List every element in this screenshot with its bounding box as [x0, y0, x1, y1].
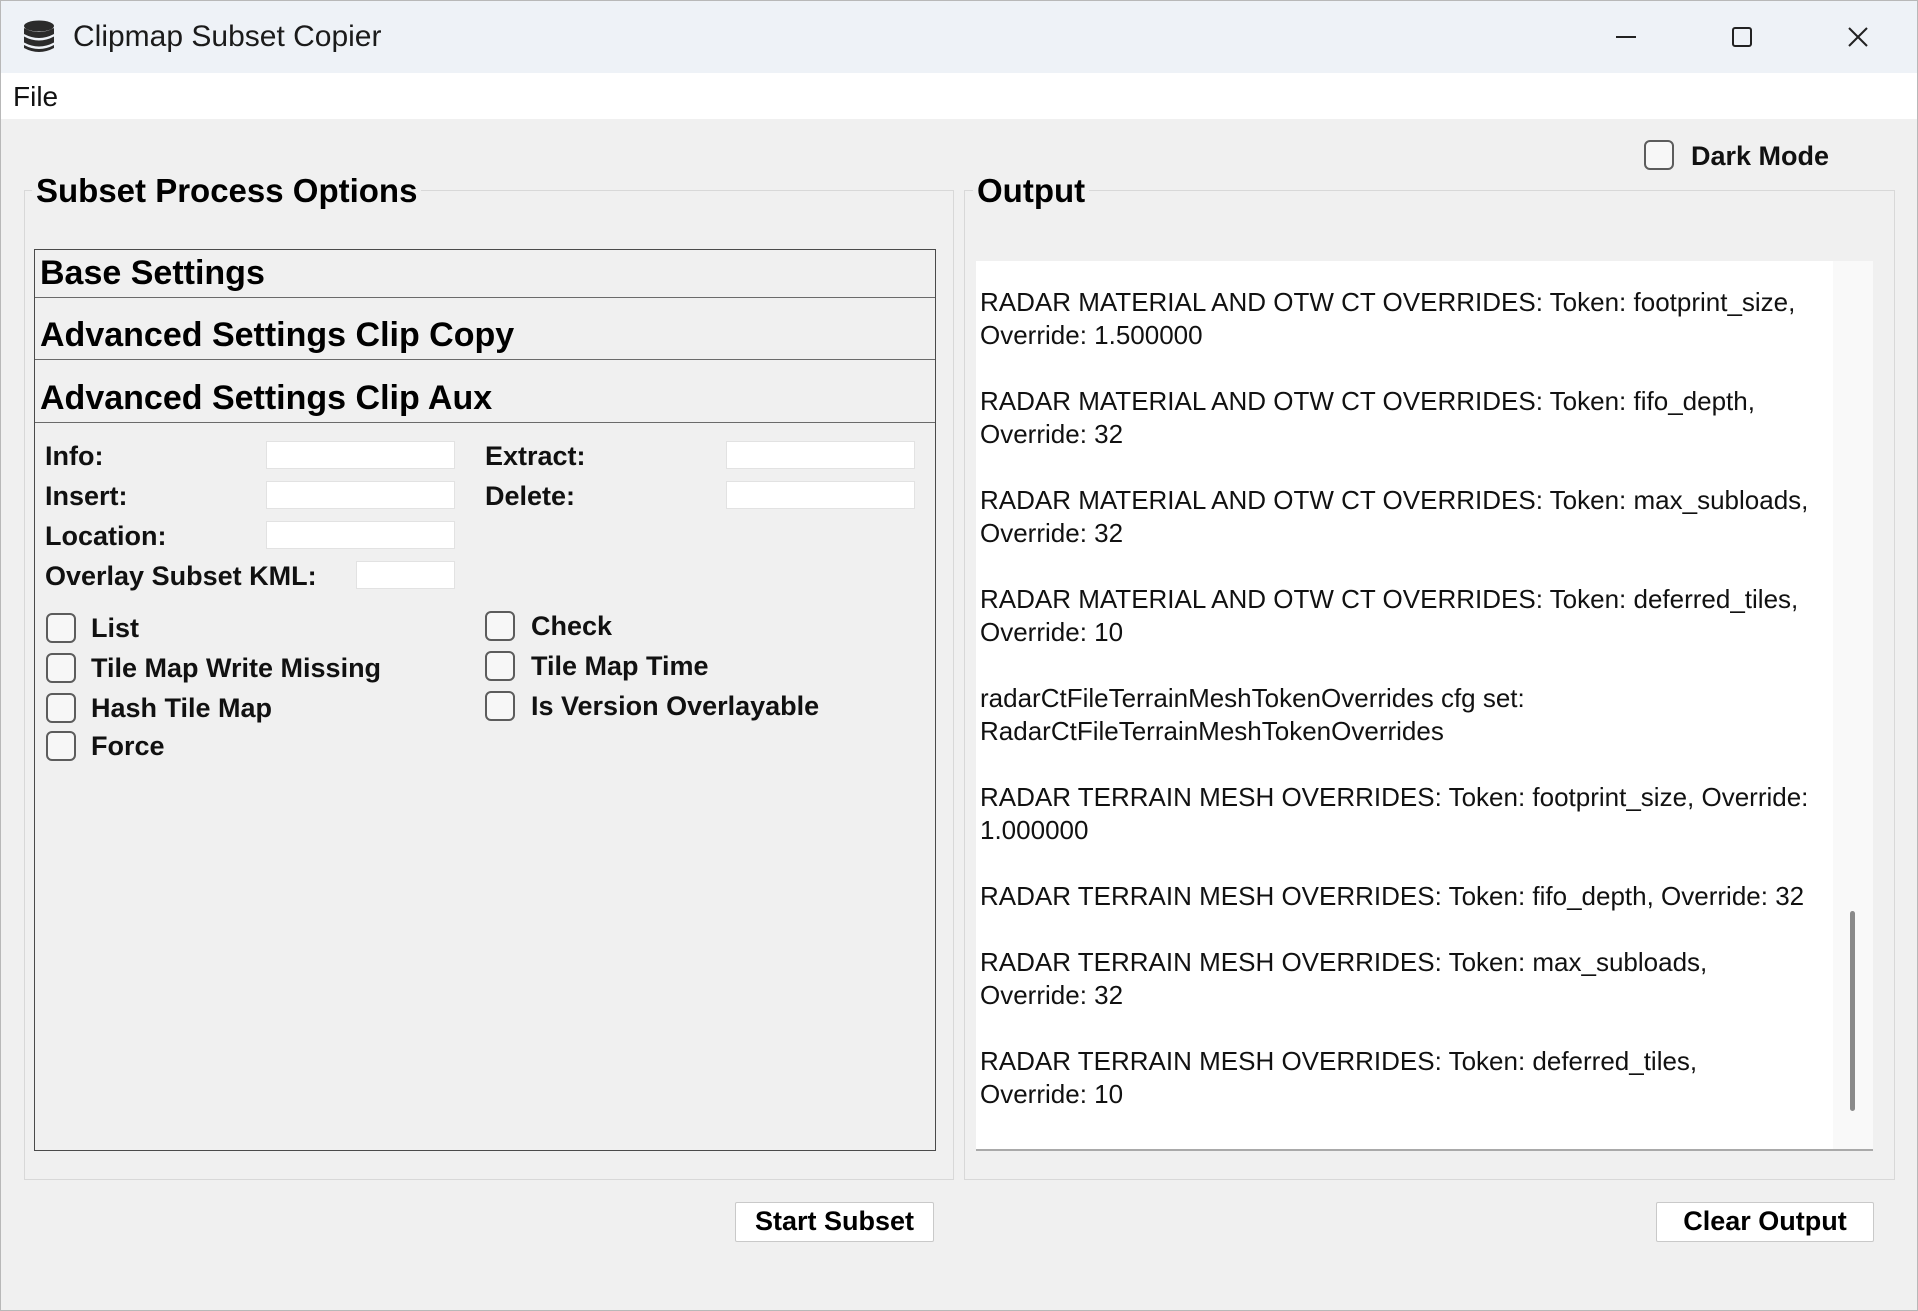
tile-map-time-checkbox[interactable] [485, 651, 515, 681]
is-version-overlayable-checkbox[interactable] [485, 691, 515, 721]
dark-mode-checkbox[interactable] [1644, 140, 1674, 170]
is-version-overlayable-label[interactable]: Is Version Overlayable [531, 689, 819, 723]
output-line: RADAR TERRAIN MESH OVERRIDES: Token: max… [980, 947, 1708, 1010]
output-log: RADAR MATERIAL AND OTW CT OVERRIDES: Tok… [976, 286, 1833, 1111]
subset-options-title: Subset Process Options [32, 171, 422, 211]
title-bar[interactable]: Clipmap Subset Copier [1, 1, 1917, 73]
overlay-kml-input[interactable] [356, 561, 455, 589]
output-line: RADAR MATERIAL AND OTW CT OVERRIDES: Tok… [980, 584, 1799, 647]
output-title: Output [973, 171, 1090, 211]
menu-bar: File [1, 73, 1917, 119]
advanced-clip-copy-header[interactable]: Advanced Settings Clip Copy [35, 312, 935, 360]
hash-tile-map-checkbox[interactable] [46, 693, 76, 723]
output-line: RADAR MATERIAL AND OTW CT OVERRIDES: Tok… [980, 485, 1809, 548]
extract-label: Extract: [485, 441, 586, 471]
close-button[interactable] [1800, 1, 1916, 73]
hash-tile-map-label[interactable]: Hash Tile Map [91, 691, 272, 725]
output-divider [976, 1149, 1873, 1151]
info-input[interactable] [266, 441, 455, 469]
advanced-clip-aux-header[interactable]: Advanced Settings Clip Aux [35, 375, 935, 423]
insert-label: Insert: [45, 481, 128, 511]
list-label[interactable]: List [91, 611, 139, 645]
location-label: Location: [45, 521, 167, 551]
minimize-icon [1616, 36, 1636, 38]
delete-label: Delete: [485, 481, 576, 511]
tile-map-write-missing-checkbox[interactable] [46, 653, 76, 683]
output-line: radarCtFileTerrainMeshTokenOverrides cfg… [980, 683, 1525, 746]
list-checkbox[interactable] [46, 613, 76, 643]
force-label[interactable]: Force [91, 729, 165, 763]
clear-output-button[interactable]: Clear Output [1656, 1202, 1874, 1242]
output-line: RADAR TERRAIN MESH OVERRIDES: Token: foo… [980, 782, 1809, 845]
base-settings-header[interactable]: Base Settings [35, 250, 935, 298]
scrollbar-thumb[interactable] [1850, 911, 1855, 1111]
extract-input[interactable] [726, 441, 915, 469]
output-line: RADAR TERRAIN MESH OVERRIDES: Token: def… [980, 1046, 1698, 1109]
accordion-separator [35, 298, 935, 312]
insert-input[interactable] [266, 481, 455, 509]
tile-map-time-label[interactable]: Tile Map Time [531, 649, 709, 683]
application-window: Clipmap Subset Copier File Dark Mode Sub… [0, 0, 1918, 1311]
output-line: RADAR MATERIAL AND OTW CT OVERRIDES: Tok… [980, 386, 1755, 449]
start-subset-button[interactable]: Start Subset [735, 1202, 934, 1242]
dark-mode-label[interactable]: Dark Mode [1691, 139, 1829, 173]
tile-map-write-missing-label[interactable]: Tile Map Write Missing [91, 651, 381, 685]
database-icon [21, 19, 57, 55]
force-checkbox[interactable] [46, 731, 76, 761]
maximize-icon [1732, 27, 1752, 47]
location-input[interactable] [266, 521, 455, 549]
check-checkbox[interactable] [485, 611, 515, 641]
delete-input[interactable] [726, 481, 915, 509]
info-label: Info: [45, 441, 104, 471]
menu-file[interactable]: File [13, 81, 58, 113]
overlay-kml-label: Overlay Subset KML: [45, 561, 317, 591]
minimize-button[interactable] [1568, 1, 1684, 73]
output-text-area[interactable]: RADAR MATERIAL AND OTW CT OVERRIDES: Tok… [976, 261, 1833, 1149]
maximize-button[interactable] [1684, 1, 1800, 73]
accordion-separator [35, 360, 935, 374]
output-scrollbar[interactable] [1833, 261, 1873, 1149]
output-line: RADAR TERRAIN MESH OVERRIDES: Token: fif… [980, 881, 1805, 911]
close-icon [1848, 27, 1868, 47]
window-title: Clipmap Subset Copier [73, 20, 382, 53]
check-label[interactable]: Check [531, 609, 612, 643]
output-line: RADAR MATERIAL AND OTW CT OVERRIDES: Tok… [980, 287, 1796, 350]
